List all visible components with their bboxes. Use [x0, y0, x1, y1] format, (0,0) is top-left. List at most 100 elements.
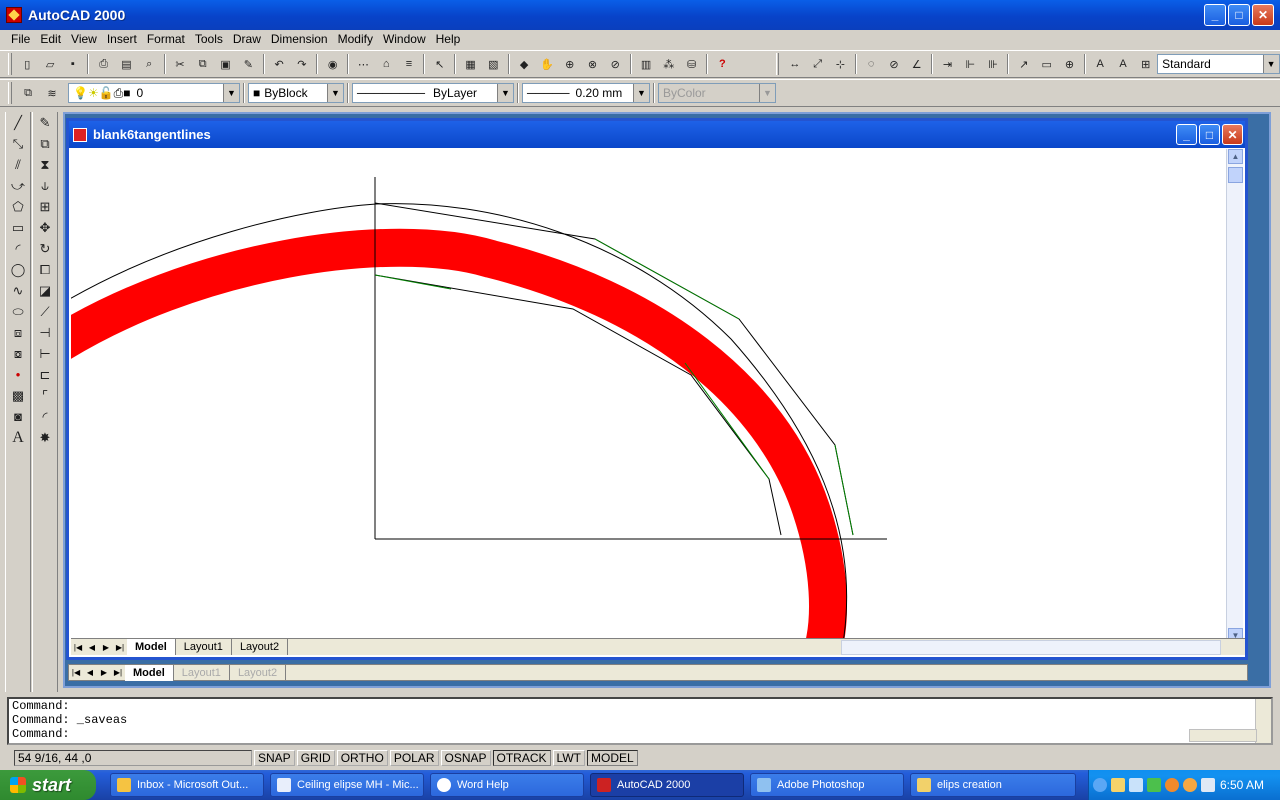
next-tab-icon[interactable]: ▶: [97, 666, 111, 680]
lengthen-icon[interactable]: ⟋: [33, 301, 57, 322]
move-icon[interactable]: ✥: [33, 217, 57, 238]
close-button[interactable]: ✕: [1252, 4, 1274, 26]
save-icon[interactable]: ▪: [63, 54, 82, 74]
extend-icon[interactable]: ⊢: [33, 343, 57, 364]
center-mark-icon[interactable]: ⊕: [1060, 54, 1079, 74]
explode-icon[interactable]: ✸: [33, 427, 57, 448]
scroll-thumb[interactable]: [1228, 167, 1243, 183]
make-block-icon[interactable]: ⧇: [6, 343, 30, 364]
tolerance-icon[interactable]: ▭: [1037, 54, 1056, 74]
grid-toggle[interactable]: GRID: [296, 750, 335, 766]
drawing-vertical-scrollbar[interactable]: ▲ ▼: [1226, 149, 1243, 643]
sync-icon[interactable]: [1165, 778, 1179, 792]
3d-orbit-icon[interactable]: ◆: [515, 54, 534, 74]
chevron-down-icon[interactable]: ▼: [327, 84, 343, 102]
drawing-minimize-button[interactable]: _: [1176, 124, 1197, 145]
find-icon[interactable]: ⌕: [140, 54, 159, 74]
layers-icon[interactable]: ≋: [42, 83, 62, 103]
circle-icon[interactable]: ◯: [6, 259, 30, 280]
mail-icon[interactable]: [1111, 778, 1125, 792]
cut-icon[interactable]: ✂: [171, 54, 190, 74]
show-hidden-icons-icon[interactable]: [1093, 778, 1107, 792]
menu-modify[interactable]: Modify: [333, 32, 378, 46]
tab-model[interactable]: Model: [127, 639, 176, 655]
menu-file[interactable]: File: [6, 32, 35, 46]
paste-icon[interactable]: ▣: [216, 54, 235, 74]
command-horizontal-scrollbar[interactable]: [1189, 729, 1257, 742]
line-icon[interactable]: ╱: [6, 112, 30, 133]
scroll-up-icon[interactable]: ▲: [1228, 149, 1243, 164]
polygon-icon[interactable]: ⬠: [6, 196, 30, 217]
help-icon[interactable]: ?: [713, 54, 732, 74]
toolbar-grip[interactable]: [8, 82, 12, 104]
multiline-icon[interactable]: ⫽: [6, 154, 30, 175]
otrack-toggle[interactable]: OTRACK: [492, 750, 551, 766]
copy-icon[interactable]: ⧉: [193, 54, 212, 74]
radius-dimension-icon[interactable]: ◌: [862, 54, 881, 74]
menu-draw[interactable]: Draw: [228, 32, 266, 46]
command-scrollbar[interactable]: [1255, 699, 1271, 743]
print-preview-icon[interactable]: ▤: [117, 54, 136, 74]
linetype-select[interactable]: ──────── ByLayer ▼: [352, 83, 514, 103]
scale-icon[interactable]: ⧠: [33, 259, 57, 280]
ortho-toggle[interactable]: ORTHO: [336, 750, 388, 766]
rectangle-icon[interactable]: ▭: [6, 217, 30, 238]
drawing-maximize-button[interactable]: □: [1199, 124, 1220, 145]
hatch-icon[interactable]: ▩: [6, 385, 30, 406]
region-icon[interactable]: ◙: [6, 406, 30, 427]
dimension-text-edit-icon[interactable]: A: [1114, 54, 1133, 74]
ordinate-dimension-icon[interactable]: ⊹: [831, 54, 850, 74]
new-file-icon[interactable]: ▯: [18, 54, 37, 74]
outer-tab-model[interactable]: Model: [125, 664, 174, 681]
menu-view[interactable]: View: [66, 32, 102, 46]
toolbar-grip[interactable]: [8, 53, 12, 75]
baseline-dimension-icon[interactable]: ⊩: [961, 54, 980, 74]
tab-layout2[interactable]: Layout2: [232, 639, 289, 655]
zoom-realtime-icon[interactable]: ⊕: [560, 54, 579, 74]
drawing-close-button[interactable]: ✕: [1222, 124, 1243, 145]
copy-object-icon[interactable]: ⧉: [33, 133, 57, 154]
angular-dimension-icon[interactable]: ∠: [907, 54, 926, 74]
prev-tab-icon[interactable]: ◀: [83, 666, 97, 680]
make-layer-current-icon[interactable]: ⧉: [18, 83, 38, 103]
last-tab-icon[interactable]: ▶|: [113, 640, 127, 654]
menu-insert[interactable]: Insert: [102, 32, 142, 46]
design-center-icon[interactable]: ⁂: [659, 54, 678, 74]
open-folder-icon[interactable]: ▱: [41, 54, 60, 74]
minimize-button[interactable]: _: [1204, 4, 1226, 26]
point-icon[interactable]: •: [6, 364, 30, 385]
mirror-icon[interactable]: ⧗: [33, 154, 57, 175]
taskbar-item-photoshop[interactable]: Adobe Photoshop: [750, 773, 904, 797]
insert-block-icon[interactable]: ⧈: [6, 322, 30, 343]
zoom-previous-icon[interactable]: ⊘: [606, 54, 625, 74]
construction-line-icon[interactable]: ⤡: [6, 133, 30, 154]
match-properties-icon[interactable]: ✎: [239, 54, 258, 74]
taskbar-item-autocad[interactable]: AutoCAD 2000: [590, 773, 744, 797]
taskbar-item-outlook[interactable]: Inbox - Microsoft Out...: [110, 773, 264, 797]
chevron-down-icon[interactable]: ▼: [633, 84, 649, 102]
rotate-icon[interactable]: ↻: [33, 238, 57, 259]
cursor-icon[interactable]: ↖: [430, 54, 449, 74]
pan-icon[interactable]: ✋: [538, 54, 557, 74]
tab-layout1[interactable]: Layout1: [176, 639, 232, 655]
chevron-down-icon[interactable]: ▼: [1262, 55, 1279, 73]
chevron-down-icon[interactable]: ▼: [223, 84, 239, 102]
ellipse-icon[interactable]: ⬭: [6, 301, 30, 322]
model-toggle[interactable]: MODEL: [586, 750, 638, 766]
start-button[interactable]: start: [0, 770, 96, 800]
menu-window[interactable]: Window: [378, 32, 431, 46]
menu-dimension[interactable]: Dimension: [266, 32, 333, 46]
lineweight-select[interactable]: ───── 0.20 mm ▼: [522, 83, 650, 103]
polyline-icon[interactable]: ⤻: [6, 175, 30, 196]
polar-toggle[interactable]: POLAR: [389, 750, 439, 766]
prev-tab-icon[interactable]: ◀: [85, 640, 99, 654]
menu-tools[interactable]: Tools: [190, 32, 228, 46]
menu-help[interactable]: Help: [431, 32, 466, 46]
snap-toggle[interactable]: SNAP: [254, 750, 295, 766]
toolbar-grip[interactable]: [775, 53, 780, 75]
linear-dimension-icon[interactable]: ↔: [785, 54, 804, 74]
taskbar-clock[interactable]: 6:50 AM: [1220, 778, 1264, 792]
continue-dimension-icon[interactable]: ⊪: [984, 54, 1003, 74]
zoom-window-icon[interactable]: ⊗: [583, 54, 602, 74]
layer-select[interactable]: 💡 ☀ 🔓 ⎙ ■ 0 ▼: [68, 83, 240, 103]
